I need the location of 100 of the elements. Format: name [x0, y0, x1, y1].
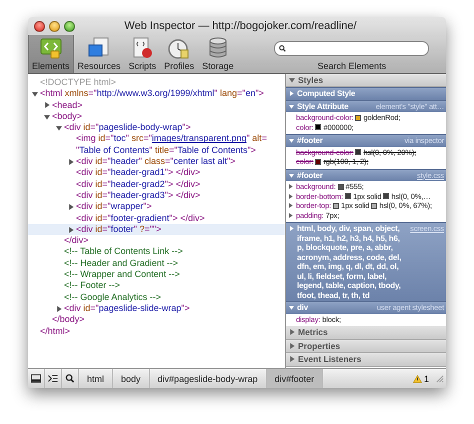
- dock-icon: [31, 374, 41, 383]
- toolbar-tab[interactable]: Profiles: [160, 35, 198, 73]
- collapsed-triangle-icon[interactable]: [288, 184, 293, 190]
- markup-text: <!-- Wrapper and Content -->: [64, 269, 180, 280]
- selected-row[interactable]: <div id="footer" ?="">: [28, 224, 285, 236]
- pane-header[interactable]: Metrics: [286, 326, 446, 340]
- markup-text: <div id="header" class="center last alt">: [76, 156, 236, 168]
- markup-text: <!-- Google Analytics -->: [64, 292, 162, 303]
- expanded-triangle-icon[interactable]: [44, 114, 50, 120]
- console-icon: [48, 374, 58, 383]
- breadcrumb[interactable]: div#footer: [266, 369, 324, 388]
- markup-text: <div id="header-grad3"> </div>: [76, 190, 200, 202]
- dom-row[interactable]: <!-- Wrapper and Content -->: [28, 269, 285, 280]
- dom-row[interactable]: <head>: [28, 100, 285, 111]
- markup-text: <div id="footer-gradient"> </div>: [76, 212, 205, 224]
- dom-row[interactable]: <div id="header-grad1"> </div>: [28, 167, 285, 179]
- color-swatch[interactable]: [315, 158, 322, 165]
- dom-row[interactable]: <!-- Header and Gradient -->: [28, 258, 285, 270]
- markup-text: </div>: [64, 235, 89, 246]
- color-swatch[interactable]: [355, 149, 362, 156]
- search-icon: [279, 45, 286, 52]
- breadcrumb[interactable]: body: [113, 369, 150, 388]
- markup-text: <div id="header-grad2"> </div>: [76, 178, 200, 190]
- selector-text: #footer: [297, 136, 324, 146]
- dom-row[interactable]: <div id="wrapper">: [28, 201, 285, 213]
- markup-text: <div id="header-grad1"> </div>: [76, 167, 200, 179]
- dom-row[interactable]: <body>: [28, 110, 285, 122]
- markup-text: </body>: [52, 314, 85, 326]
- toolbar-tab[interactable]: Resources: [74, 35, 125, 73]
- dom-row[interactable]: <div id="pageslide-slide-wrap">: [28, 302, 285, 314]
- dom-row[interactable]: <img id="toc" src="images/transparent.png" alt= "Table of Contents" title="Table of Contents">: [28, 133, 285, 156]
- code-icon: [38, 36, 63, 60]
- markup-text: <!-- Footer -->: [64, 280, 120, 292]
- color-swatch[interactable]: [355, 114, 362, 121]
- markup-text: <div id="pageslide-slide-wrap">: [64, 302, 190, 314]
- pane-header[interactable]: Event Listeners: [286, 353, 446, 366]
- collapsed-triangle-icon[interactable]: [288, 203, 293, 208]
- color-swatch[interactable]: [383, 193, 390, 200]
- console-button[interactable]: [45, 369, 62, 388]
- markup-text: </html>: [40, 326, 70, 337]
- selector-text: Style Attribute: [297, 102, 350, 111]
- dom-row[interactable]: <!-- Google Analytics -->: [28, 292, 285, 303]
- selector-text: html, body, div, span, object, iframe, h1, h2, h3, h4, h5, h6, p, blockquote, pre, a, abbr, acronym, address, code, del, dfn, em, img, q, dl, dt, dd, ol, ul, li, fieldset, form, label, legend, table, caption, tbody, tfoot, thead, tr, th, td: [297, 224, 402, 300]
- dom-row[interactable]: <!-- Table of Contents Link -->: [28, 246, 285, 258]
- collapsed-triangle-icon[interactable]: [68, 204, 74, 210]
- toolbar-tab[interactable]: Scripts: [124, 35, 160, 73]
- pane-title: Styles: [298, 75, 324, 85]
- dom-row[interactable]: <div id="header" class="center last alt">: [28, 156, 285, 168]
- zoom-button[interactable]: [64, 20, 75, 32]
- dom-row[interactable]: </div>: [28, 235, 285, 246]
- toolbar-tab[interactable]: Storage: [198, 35, 238, 73]
- color-swatch[interactable]: [345, 193, 352, 200]
- collapsed-triangle-icon[interactable]: [288, 212, 293, 218]
- markup-text: <div id="pageslide-body-wrap">: [64, 122, 191, 134]
- toolbar-tab[interactable]: Elements: [28, 35, 74, 73]
- markup-text: <!-- Table of Contents Link -->: [64, 246, 183, 258]
- minimize-button[interactable]: [49, 20, 60, 32]
- dom-row[interactable]: <div id="footer-gradient"> </div>: [28, 212, 285, 224]
- pane-header[interactable]: Properties: [286, 340, 446, 353]
- pane-title: Properties: [298, 340, 340, 351]
- breadcrumb[interactable]: html: [79, 369, 114, 388]
- resize-grip-icon[interactable]: [435, 374, 444, 383]
- collapsed-triangle-icon: [289, 329, 295, 336]
- dom-row[interactable]: <div id="pageslide-body-wrap">: [28, 122, 285, 134]
- color-swatch[interactable]: [338, 184, 344, 190]
- markup-text: <!DOCTYPE html>: [40, 77, 116, 88]
- dom-row[interactable]: <div id="header-grad3"> </div>: [28, 190, 285, 202]
- markup-text: <!-- Header and Gradient -->: [64, 258, 178, 270]
- dom-row[interactable]: </body>: [28, 314, 285, 326]
- markup-text: <img id="toc" src="images/transparent.png" alt= "Table of Contents" title="Table of Contents">: [76, 133, 268, 156]
- style-rule-header[interactable]: [286, 222, 446, 301]
- collapsed-triangle-icon[interactable]: [288, 194, 293, 199]
- color-swatch[interactable]: [333, 202, 340, 209]
- markup-text: <div id="footer" ?="">: [76, 224, 162, 236]
- color-swatch[interactable]: [371, 202, 378, 209]
- markup-text: <body>: [52, 110, 82, 122]
- expanded-triangle-icon[interactable]: [32, 90, 38, 97]
- warning-icon[interactable]: [412, 374, 422, 382]
- window-title: Web Inspector — http://bogojoker.com/readline/: [123, 20, 358, 32]
- markup-text: <div id="wrapper">: [76, 201, 152, 213]
- dom-row[interactable]: <!-- Footer -->: [28, 280, 285, 292]
- collapsed-triangle-icon[interactable]: [68, 226, 74, 232]
- selector-text: div: [297, 303, 309, 312]
- search-field[interactable]: [274, 41, 430, 56]
- color-swatch[interactable]: [315, 124, 322, 130]
- pane-header[interactable]: Styles: [286, 74, 446, 87]
- selector-text: Computed Style: [297, 89, 356, 98]
- close-button[interactable]: [34, 20, 45, 32]
- collapsed-triangle-icon[interactable]: [68, 158, 74, 165]
- collapsed-triangle-icon: [289, 342, 295, 349]
- dom-row[interactable]: </html>: [28, 326, 285, 337]
- dock-button[interactable]: [28, 369, 45, 388]
- dom-row[interactable]: <div id="header-grad2"> </div>: [28, 178, 285, 190]
- search-icon: [65, 374, 75, 383]
- expanded-triangle-icon[interactable]: [56, 124, 62, 131]
- collapsed-triangle-icon[interactable]: [56, 306, 62, 312]
- collapsed-triangle-icon[interactable]: [44, 102, 50, 108]
- selector-text: #footer: [297, 170, 324, 180]
- pane-title: Metrics: [298, 327, 328, 338]
- warning-count: 1: [424, 374, 429, 384]
